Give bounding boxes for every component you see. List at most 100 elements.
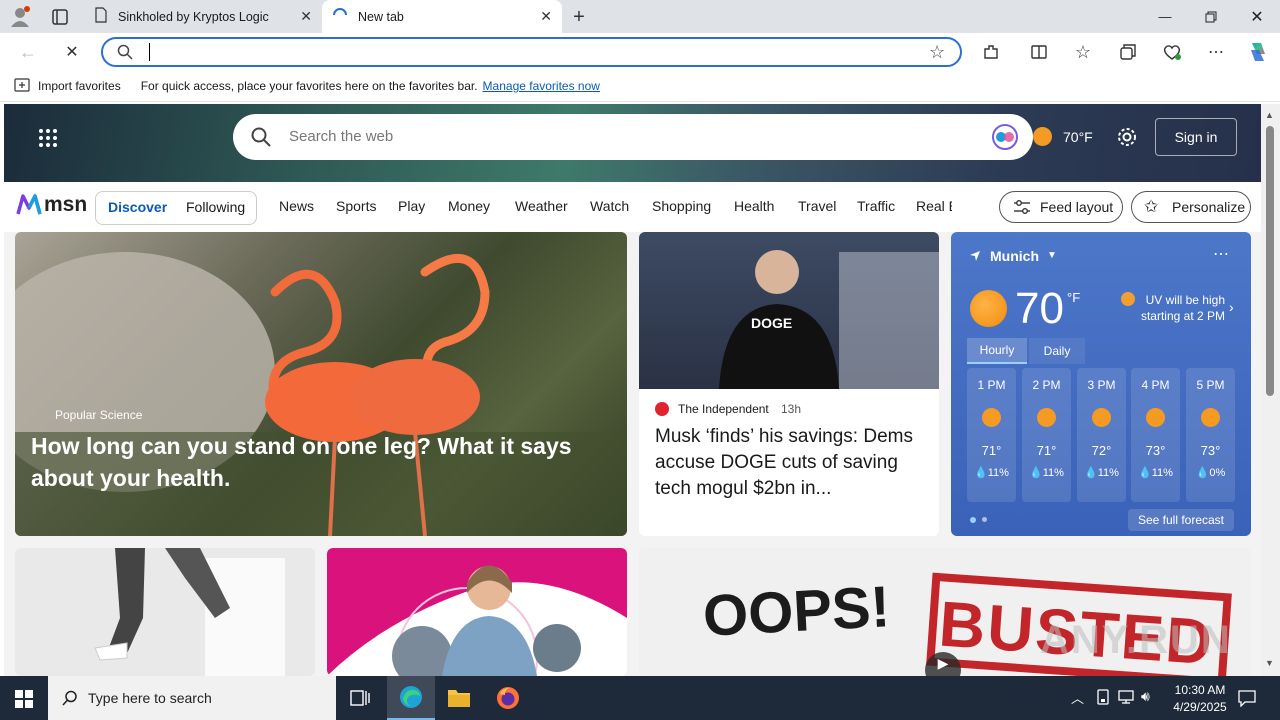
chevron-down-icon[interactable]: ▼ (1047, 250, 1057, 261)
nav-weather[interactable]: Weather (515, 198, 568, 214)
taskbar-search-input[interactable]: Type here to search (88, 690, 212, 706)
uv-alert[interactable]: UV will be high starting at 2 PM (1135, 292, 1225, 324)
nav-money[interactable]: Money (448, 198, 490, 214)
header-weather-temp[interactable]: 70°F (1063, 129, 1093, 145)
apps-launcher-icon[interactable] (38, 128, 58, 151)
browser-essentials-icon[interactable] (1158, 38, 1186, 66)
page-icon (94, 7, 108, 26)
nav-sports[interactable]: Sports (336, 198, 376, 214)
carousel-dot[interactable] (982, 517, 987, 522)
nav-news[interactable]: News (279, 198, 314, 214)
task-view-icon[interactable] (350, 689, 370, 710)
close-tab-icon[interactable]: ✕ (300, 8, 312, 25)
hour-forecast[interactable]: 4 PM 73° 💧11% (1131, 368, 1180, 502)
web-search-box[interactable]: Search the web (233, 114, 1033, 160)
hour-forecast[interactable]: 3 PM 72° 💧11% (1077, 368, 1126, 502)
new-tab-button[interactable]: + (566, 4, 592, 30)
hour-forecast[interactable]: 1 PM 71° 💧11% (967, 368, 1016, 502)
clock-time[interactable]: 10:30 AM (1165, 683, 1235, 697)
tab-sinkholed[interactable]: Sinkholed by Kryptos Logic ✕ (84, 0, 322, 33)
split-screen-icon[interactable] (1025, 38, 1053, 66)
close-tab-icon[interactable]: ✕ (540, 8, 552, 25)
feed-layout-button[interactable]: Feed layout (999, 191, 1123, 223)
nav-play[interactable]: Play (398, 198, 425, 214)
carousel-dot-active[interactable] (970, 517, 976, 523)
file-explorer-icon[interactable] (447, 687, 471, 712)
clock-date[interactable]: 4/29/2025 (1165, 700, 1235, 714)
taskbar-search-box[interactable]: Type here to search (48, 676, 336, 720)
stop-loading-icon[interactable]: ✕ (58, 38, 86, 66)
scrollbar-thumb[interactable] (1266, 126, 1274, 396)
side-article-card[interactable]: DOGE The Independent 13h Musk ‘finds’ hi… (639, 232, 939, 536)
nav-health[interactable]: Health (734, 198, 774, 214)
tab-daily[interactable]: Daily (1029, 338, 1085, 364)
volume-icon[interactable]: 🔊︎ (1141, 688, 1150, 705)
side-article-title[interactable]: Musk ‘finds’ his savings: Dems accuse DO… (655, 424, 925, 502)
weather-city[interactable]: Munich (990, 248, 1039, 264)
sign-in-button[interactable]: Sign in (1155, 118, 1237, 156)
profile-icon[interactable] (8, 5, 32, 29)
firefox-icon[interactable] (496, 686, 520, 713)
import-favorites-icon[interactable] (14, 77, 30, 95)
weather-sun-icon (1146, 408, 1165, 427)
msn-logo[interactable]: msn (16, 192, 87, 218)
hero-article-title[interactable]: How long can you stand on one leg? What … (31, 430, 591, 494)
more-options-icon[interactable]: ⋯ (1202, 38, 1230, 66)
side-article-source: The Independent (678, 402, 769, 416)
copilot-icon[interactable] (1244, 38, 1272, 66)
collections-icon[interactable] (1114, 38, 1142, 66)
network-icon[interactable] (1117, 689, 1135, 708)
hour-forecast[interactable]: 5 PM 73° 💧0% (1186, 368, 1235, 502)
windows-start-icon[interactable] (15, 690, 33, 711)
device-icon[interactable] (1095, 689, 1111, 708)
scroll-down-icon[interactable]: ▼ (1265, 658, 1274, 668)
close-window-button[interactable]: ✕ (1234, 0, 1280, 33)
scroll-up-icon[interactable]: ▲ (1265, 110, 1274, 120)
article-card[interactable] (327, 548, 627, 676)
uv-badge-icon (1121, 292, 1135, 306)
tab-following[interactable]: Following (186, 199, 245, 215)
address-input[interactable] (149, 43, 449, 61)
tab-hourly[interactable]: Hourly (967, 338, 1027, 364)
extensions-icon[interactable] (977, 38, 1005, 66)
chevron-right-icon[interactable]: › (1229, 299, 1234, 315)
nav-traffic[interactable]: Traffic (857, 198, 895, 214)
side-article-image: DOGE (639, 232, 939, 389)
import-favorites-button[interactable]: Import favorites (38, 79, 121, 93)
article-card[interactable] (15, 548, 315, 676)
manage-favorites-link[interactable]: Manage favorites now (483, 79, 600, 93)
page-scrollbar[interactable]: ▲ ▼ (1261, 104, 1280, 676)
hero-article-card[interactable]: Popular Science How long can you stand o… (15, 232, 627, 536)
address-bar[interactable]: ☆ (101, 37, 962, 67)
restore-button[interactable] (1188, 0, 1234, 33)
windows-taskbar: Type here to search ︿ 🔊︎ 10:30 AM 4/29/2… (0, 676, 1280, 720)
see-full-forecast-button[interactable]: See full forecast (1128, 509, 1234, 531)
nav-watch[interactable]: Watch (590, 198, 629, 214)
show-hidden-icons[interactable]: ︿ (1071, 688, 1084, 707)
more-options-icon[interactable]: ⋯ (1213, 244, 1229, 264)
hour-temp: 72° (1091, 443, 1112, 458)
nav-travel[interactable]: Travel (798, 198, 836, 214)
copilot-search-icon[interactable] (991, 123, 1019, 154)
hour-forecast[interactable]: 2 PM 71° 💧11% (1022, 368, 1071, 502)
settings-gear-icon[interactable] (1116, 126, 1138, 151)
tab-new-tab[interactable]: New tab ✕ (322, 0, 562, 33)
edge-taskbar-icon[interactable] (387, 676, 435, 720)
nav-shopping[interactable]: Shopping (652, 198, 711, 214)
notifications-icon[interactable] (1238, 689, 1256, 710)
personalize-button[interactable]: ✩ Personalize (1131, 191, 1251, 223)
web-search-input[interactable]: Search the web (289, 128, 393, 145)
search-icon (117, 44, 133, 63)
side-article-age: 13h (781, 402, 802, 416)
weather-card[interactable]: Munich ▼ ⋯ 70 °F UV will be high startin… (951, 232, 1251, 536)
tab-discover[interactable]: Discover (108, 199, 167, 215)
favorites-icon[interactable]: ☆ (1069, 38, 1097, 66)
back-icon[interactable]: ← (14, 38, 42, 66)
nav-real-estate[interactable]: Real E (916, 198, 952, 214)
favorite-star-icon[interactable]: ☆ (929, 42, 945, 63)
hero-article-source: Popular Science (55, 408, 143, 422)
minimize-button[interactable]: — (1142, 0, 1188, 33)
tab-actions-icon[interactable] (50, 7, 70, 27)
hour-time: 1 PM (977, 378, 1006, 392)
hour-precip: 💧11% (1138, 467, 1173, 479)
